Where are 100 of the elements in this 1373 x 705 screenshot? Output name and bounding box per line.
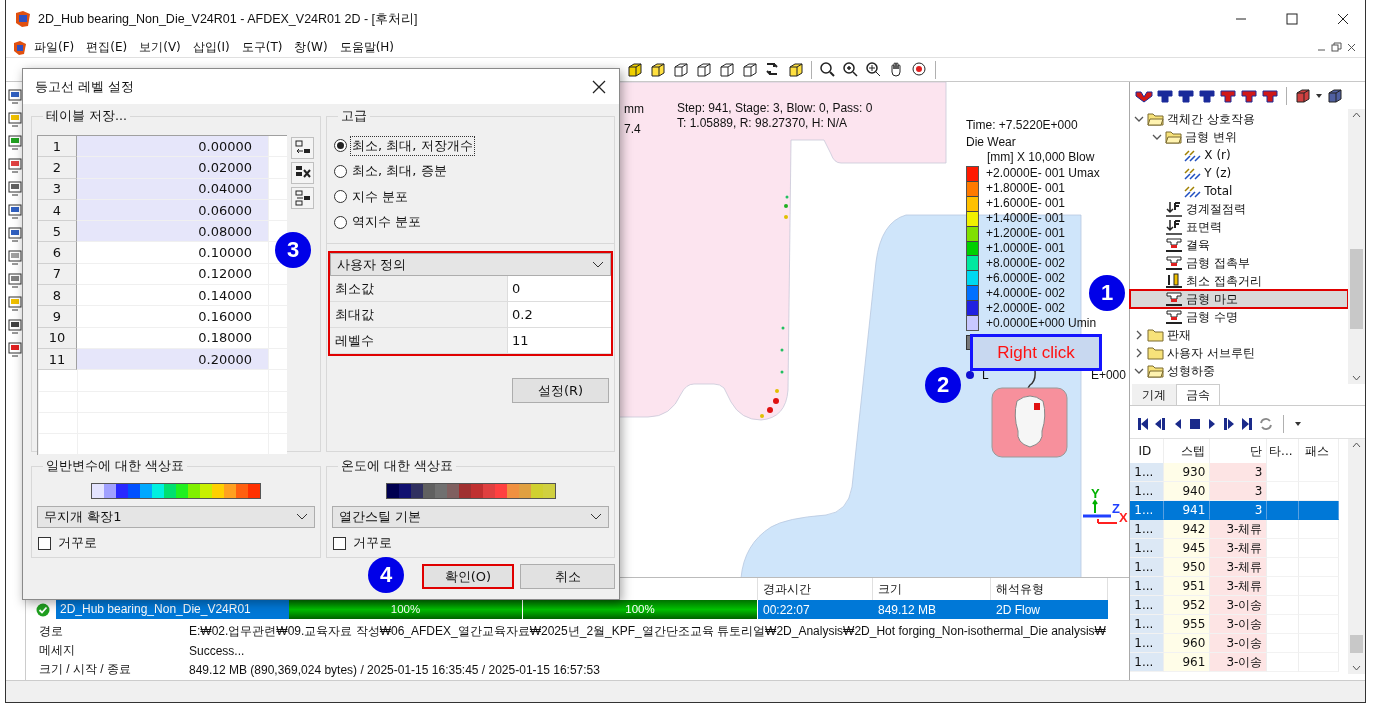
tree-item[interactable]: 금형 변위 [1130,128,1348,146]
table-cell[interactable]: 0.06000 [77,199,268,222]
radio-label[interactable]: 최소, 최대, 저장개수 [350,135,475,156]
input-field[interactable]: 11 [508,328,611,353]
radio-label[interactable]: 지수 분포 [350,186,411,207]
tree-item[interactable]: 금형 접촉부 [1130,254,1348,272]
scrollbar[interactable] [1348,109,1365,384]
tree-item[interactable]: 결육 [1130,236,1348,254]
table-row[interactable]: 1... 942 3-체류 [1130,520,1340,539]
checkbox[interactable] [38,536,51,550]
tree-item[interactable]: Y (z) [1130,164,1348,182]
ok-button[interactable]: 확인(O) [422,564,514,589]
row-header[interactable]: 1 [38,136,77,158]
table-row[interactable]: 1... 945 3-체류 [1130,539,1340,558]
cube-icon[interactable] [1294,86,1313,105]
tree-item[interactable]: Total [1130,182,1348,200]
restore-icon[interactable] [1331,42,1342,53]
tool-icon[interactable] [8,226,23,242]
table-cell[interactable]: 0.20000 [77,348,268,371]
radio-button[interactable] [334,164,347,178]
caret-icon[interactable] [1294,419,1303,428]
step-back-icon[interactable] [1155,416,1168,431]
menu-item[interactable]: 삽입(I) [186,39,236,56]
job-name[interactable]: 2D_Hub bearing_Non_Die_V24R01 [55,600,289,619]
target-icon[interactable] [911,61,928,78]
cube-icon[interactable] [672,61,689,78]
insert-row-button[interactable] [291,137,314,159]
radio-button[interactable] [334,190,347,204]
dropdown-value[interactable]: 사용자 정의 [337,255,407,274]
apply-button[interactable]: 설정(R) [512,378,609,403]
scroll-down-icon[interactable] [1352,375,1361,381]
dropdown-value[interactable]: 열간스틸 기본 [339,507,422,526]
chevron-down-icon[interactable] [1134,114,1145,124]
tool-icon[interactable] [8,88,23,104]
zoom-in-icon[interactable] [842,61,859,78]
chevron-down-icon[interactable] [296,512,308,521]
cube-icon[interactable] [1326,86,1345,105]
die-shape-icon[interactable] [1177,87,1196,104]
column-header[interactable]: 패스 [1299,439,1340,463]
tool-icon[interactable] [8,341,23,357]
checkbox[interactable] [333,536,346,550]
stop-icon[interactable] [1189,416,1202,431]
row-header[interactable]: 9 [38,306,77,328]
colormap-dropdown[interactable]: 무지개 확장1 [37,505,315,528]
scrollbar[interactable] [1348,439,1365,674]
tree-item[interactable]: X (r) [1130,146,1348,164]
menu-item[interactable]: 파일(F) [28,39,81,56]
menu-item[interactable]: 도움말(H) [333,39,401,56]
tree-item[interactable]: 판재 [1130,326,1348,344]
colormap-dropdown[interactable]: 열간스틸 기본 [332,505,609,528]
scroll-down-icon[interactable] [1352,665,1361,671]
scrollbar-thumb[interactable] [1350,249,1363,329]
cube-icon[interactable] [626,61,643,78]
chevron-down-icon[interactable] [590,512,602,521]
table-row[interactable]: 1... 960 3-이송 [1130,634,1340,653]
checkbox-label[interactable]: 거꾸로 [353,534,392,552]
row-header[interactable]: 7 [38,263,77,286]
die-shape-icon[interactable] [1240,87,1259,104]
tree-item[interactable]: 성형하중 [1130,362,1348,380]
radio-button[interactable] [334,215,347,229]
step-forward-icon[interactable] [1223,416,1236,431]
die-shape-icon[interactable] [1219,87,1238,104]
refresh-icon[interactable] [1259,416,1274,431]
scrollbar-thumb[interactable] [1350,635,1363,653]
first-icon[interactable] [1137,416,1150,431]
menu-item[interactable]: 보기(V) [133,39,187,56]
table-row[interactable]: 1... 930 3 [1130,463,1340,482]
row-header[interactable]: 10 [38,327,77,349]
scroll-up-icon[interactable] [1352,112,1361,118]
zoom-icon[interactable] [865,61,882,78]
tool-icon[interactable] [8,180,23,196]
row-header[interactable]: 3 [38,178,77,200]
chevron-down-icon[interactable] [1152,132,1163,142]
row-header[interactable]: 8 [38,285,77,307]
table-cell[interactable]: 0.04000 [77,178,268,200]
table-cell[interactable]: 0.08000 [77,221,268,243]
cube-icon[interactable] [741,61,758,78]
delete-row-button[interactable] [291,162,314,184]
tool-icon[interactable] [8,203,23,219]
mode-dropdown[interactable]: 사용자 정의 [330,253,611,276]
column-header[interactable]: 타... [1267,439,1300,463]
table-cell[interactable]: 0.02000 [77,157,268,179]
menu-item[interactable]: 창(W) [288,39,334,56]
cube-icon[interactable] [695,61,712,78]
die-shape-icon[interactable] [1156,87,1175,104]
input-field[interactable]: 0 [508,276,611,301]
zoom-icon[interactable] [819,61,836,78]
input-field[interactable]: 0.2 [508,302,611,327]
radio-button[interactable] [334,139,347,153]
tree-item[interactable]: 경계절점력 [1130,200,1348,218]
tree-item[interactable]: 금형 수명 [1130,308,1348,326]
row-header[interactable]: 2 [38,157,77,179]
checkbox-label[interactable]: 거꾸로 [58,534,97,552]
tree-item[interactable]: 표면력 [1130,218,1348,236]
menu-item[interactable]: 도구(T) [235,39,289,56]
last-icon[interactable] [1241,416,1254,431]
tree-item[interactable]: 최소 접촉거리 [1130,272,1348,290]
table-row[interactable]: 1... 950 3-체류 [1130,558,1340,577]
table-cell[interactable]: 0.00000 [77,136,268,158]
die-shape-icon[interactable] [1198,87,1217,104]
